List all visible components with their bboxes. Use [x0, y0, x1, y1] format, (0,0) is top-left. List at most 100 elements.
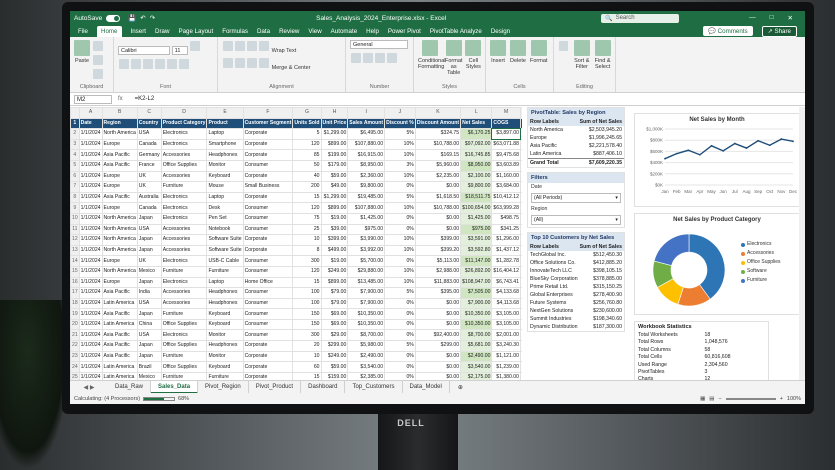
cell[interactable]: $11,147.00: [460, 255, 493, 267]
cell[interactable]: Japan: [136, 212, 162, 225]
cell[interactable]: $0.00: [414, 350, 462, 363]
cell[interactable]: $899.00: [320, 138, 349, 151]
pivot-row[interactable]: North America $2,503,945.20: [528, 126, 624, 134]
pie-slice[interactable]: [653, 233, 690, 266]
cell[interactable]: 15: [292, 371, 322, 380]
cell[interactable]: Headphones: [206, 149, 244, 161]
cell[interactable]: 10%: [384, 138, 416, 151]
cell[interactable]: Latin America: [101, 297, 138, 310]
cell[interactable]: 1/1/2024: [78, 255, 103, 267]
cell[interactable]: Asia Pacific: [101, 308, 138, 320]
cell[interactable]: $59.00: [320, 361, 349, 373]
cell[interactable]: 1/1/2024: [78, 244, 103, 257]
cell[interactable]: $899.00: [320, 202, 349, 214]
cell[interactable]: $1,425.00: [460, 212, 493, 225]
cell[interactable]: $49.00: [320, 181, 349, 193]
cell[interactable]: Laptop: [206, 128, 244, 140]
sheet-tab[interactable]: Top_Customers: [345, 380, 403, 394]
cell[interactable]: $1,121.00: [491, 350, 521, 363]
align-middle-icon[interactable]: [235, 41, 245, 51]
header-cell[interactable]: Gross Profit: [519, 117, 522, 130]
cell[interactable]: 0%: [384, 371, 416, 380]
line-point[interactable]: [664, 157, 666, 160]
cell[interactable]: Keyboard: [206, 308, 244, 320]
cell[interactable]: 1/1/2024: [78, 191, 103, 204]
cell[interactable]: Furniture: [206, 265, 244, 278]
cell[interactable]: $1,160.00: [491, 170, 521, 183]
cell[interactable]: $3,371.32: [519, 287, 522, 299]
cell[interactable]: 10%: [384, 276, 416, 289]
cell[interactable]: $6,495.00: [347, 128, 386, 140]
cell[interactable]: Latin America: [101, 361, 138, 373]
cell[interactable]: $2,385.00: [347, 371, 386, 380]
cell[interactable]: $2,490.00: [460, 350, 493, 363]
name-box[interactable]: M2: [74, 94, 112, 104]
cell[interactable]: $395.00: [414, 287, 462, 299]
cell[interactable]: $2,360.00: [347, 170, 386, 183]
cell[interactable]: Furniture: [160, 265, 208, 278]
cell[interactable]: $4,113.68: [491, 297, 521, 310]
cell[interactable]: 75: [292, 212, 322, 225]
line-point[interactable]: [757, 139, 759, 142]
cell[interactable]: $18,511.75: [460, 191, 493, 204]
format-cells-button[interactable]: Format: [530, 40, 547, 64]
line-point[interactable]: [687, 149, 690, 152]
line-chart[interactable]: Net Sales by Month $0K $200K $400K $600K $80…: [634, 113, 800, 207]
paste-button[interactable]: Paste: [74, 40, 90, 64]
column-header[interactable]: G: [292, 107, 322, 119]
cell[interactable]: 1/1/2024: [78, 170, 103, 183]
cell[interactable]: 150: [292, 308, 322, 320]
tab-review[interactable]: Review: [279, 28, 299, 35]
cell[interactable]: Furniture: [206, 371, 244, 380]
cell[interactable]: 50: [292, 159, 322, 172]
pivot-row[interactable]: Latin America $887,406.10: [528, 150, 624, 159]
cell[interactable]: $0.00: [414, 308, 462, 320]
cell[interactable]: Mexico: [136, 371, 162, 380]
redo-icon[interactable]: ↷: [150, 14, 155, 22]
cell[interactable]: $100,654.00: [460, 202, 493, 214]
cell[interactable]: Corporate: [242, 361, 294, 373]
cell[interactable]: Asia Pacific: [101, 149, 138, 161]
tab-formulas[interactable]: Formulas: [222, 28, 248, 35]
cell[interactable]: USA: [136, 297, 162, 310]
cell[interactable]: 1/1/2024: [78, 308, 103, 320]
cell[interactable]: $19.00: [320, 255, 349, 267]
row-number[interactable]: 25: [70, 371, 80, 380]
cell[interactable]: 0%: [384, 350, 416, 363]
cell[interactable]: 10%: [384, 265, 416, 278]
line-point[interactable]: [675, 152, 678, 155]
row-number[interactable]: 17: [70, 287, 80, 299]
cell[interactable]: Office Supplies: [160, 361, 208, 373]
find-select-button[interactable]: Find & Select: [594, 40, 611, 70]
cell[interactable]: $324.75: [414, 128, 462, 140]
tab-data[interactable]: Data: [257, 28, 270, 35]
cell[interactable]: Electronics: [160, 202, 208, 214]
cell[interactable]: $399.00: [414, 234, 462, 246]
cell[interactable]: $0.00: [414, 212, 462, 225]
header-cell[interactable]: Region: [101, 117, 138, 130]
cell[interactable]: Accessories: [160, 244, 208, 257]
cell[interactable]: $6,116.00: [519, 181, 522, 193]
column-header[interactable]: B: [101, 107, 138, 119]
cell[interactable]: Headphones: [206, 340, 244, 352]
cell[interactable]: North America: [101, 244, 138, 257]
cell[interactable]: 20: [292, 340, 322, 352]
cell[interactable]: $6,170.25: [460, 128, 493, 140]
cell[interactable]: $19,485.00: [347, 191, 386, 204]
page-layout-view-icon[interactable]: ▤: [709, 396, 714, 402]
cell[interactable]: Consumer: [242, 223, 294, 236]
cell[interactable]: $19.00: [320, 212, 349, 225]
line-point[interactable]: [768, 144, 771, 147]
cell[interactable]: $63,071.88: [491, 138, 521, 151]
cell[interactable]: 1/1/2024: [78, 212, 103, 225]
cell[interactable]: Canada: [136, 138, 162, 151]
cell[interactable]: 0%: [384, 255, 416, 267]
cell[interactable]: $399.00: [320, 234, 349, 246]
cell[interactable]: $399.20: [414, 244, 462, 257]
cell[interactable]: $249.00: [320, 350, 349, 363]
cell[interactable]: Consumer: [242, 212, 294, 225]
cell[interactable]: $59.00: [320, 170, 349, 183]
cell[interactable]: $940.00: [519, 170, 522, 183]
cell[interactable]: 0%: [384, 181, 416, 193]
tab-view[interactable]: View: [308, 28, 321, 35]
